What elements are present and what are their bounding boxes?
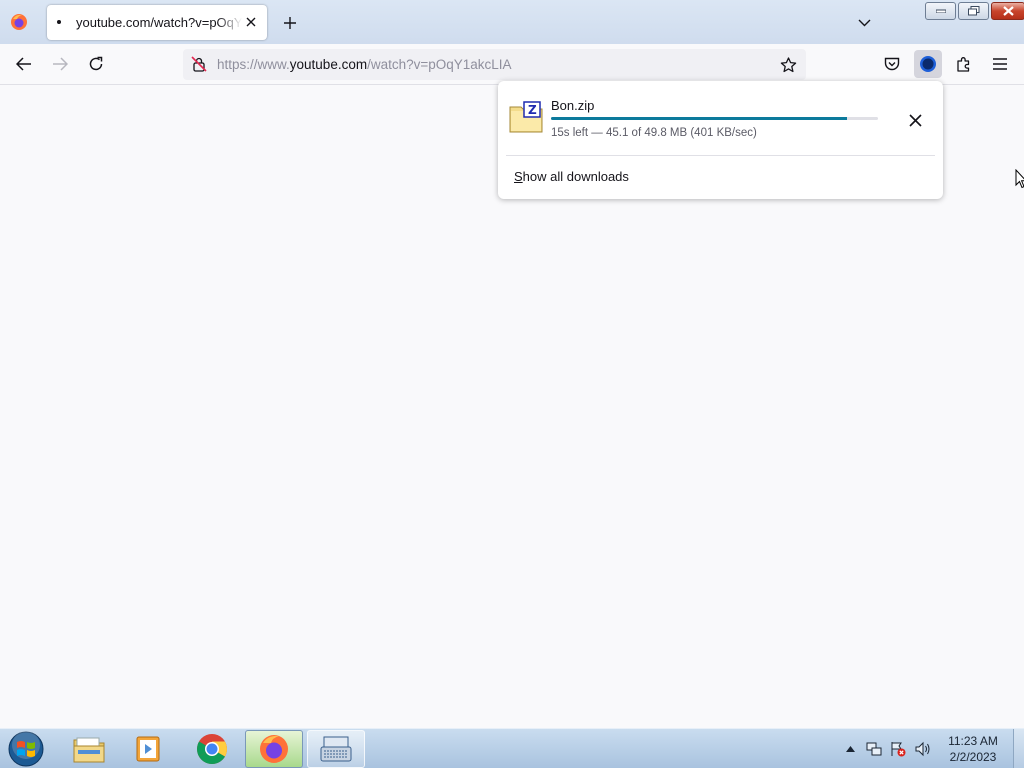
plus-icon xyxy=(284,17,296,29)
taskbar-on-screen-keyboard[interactable] xyxy=(307,730,365,768)
download-progress-icon xyxy=(920,56,936,72)
show-all-downloads-label: how all downloads xyxy=(522,169,629,184)
chrome-icon xyxy=(197,734,227,765)
svg-text:Z: Z xyxy=(528,103,537,117)
app-menu-button[interactable] xyxy=(986,50,1014,78)
taskbar-explorer[interactable] xyxy=(60,730,118,768)
divider xyxy=(506,155,935,156)
hamburger-menu-icon xyxy=(993,58,1007,70)
network-icon xyxy=(866,742,882,756)
list-all-tabs-button[interactable] xyxy=(853,12,875,34)
url-host: youtube.com xyxy=(289,57,368,72)
download-status: 15s left — 45.1 of 49.8 MB (401 KB/sec) xyxy=(551,127,757,139)
pocket-button[interactable] xyxy=(878,50,906,78)
insecure-lock-icon[interactable] xyxy=(191,56,207,72)
taskbar: 11:23 AM 2/2/2023 xyxy=(0,728,1024,768)
reload-button[interactable] xyxy=(82,50,110,78)
tray-volume[interactable] xyxy=(912,729,934,768)
zip-file-icon: Z xyxy=(509,101,543,133)
taskbar-firefox[interactable] xyxy=(245,730,303,768)
close-icon xyxy=(1002,6,1014,16)
forward-button[interactable] xyxy=(46,50,74,78)
pocket-icon xyxy=(884,57,900,71)
firefox-icon[interactable] xyxy=(10,13,28,31)
close-window-button[interactable] xyxy=(991,2,1024,20)
chevron-up-icon xyxy=(845,746,855,752)
puzzle-icon xyxy=(957,57,970,72)
firefox-icon xyxy=(260,735,288,763)
reload-icon xyxy=(89,56,103,71)
taskbar-chrome[interactable] xyxy=(183,730,241,768)
downloads-button[interactable] xyxy=(914,50,942,78)
clock-time: 11:23 AM xyxy=(948,734,998,748)
restore-icon xyxy=(967,6,979,16)
speaker-icon xyxy=(915,741,930,757)
loading-dot-icon xyxy=(57,20,61,24)
show-desktop-button[interactable] xyxy=(1013,729,1024,768)
close-icon xyxy=(246,17,256,27)
taskbar-clock[interactable]: 11:23 AM 2/2/2023 xyxy=(940,733,1006,765)
tab-strip: youtube.com/watch?v=pOqY1akcLIA xyxy=(0,0,1024,44)
chevron-down-icon xyxy=(858,19,870,27)
back-button[interactable] xyxy=(10,50,38,78)
download-file-name: Bon.zip xyxy=(551,98,595,113)
minimize-button[interactable] xyxy=(925,2,956,20)
close-icon xyxy=(908,113,922,127)
restore-button[interactable] xyxy=(958,2,989,20)
on-screen-keyboard-icon xyxy=(320,736,352,762)
tab-active[interactable]: youtube.com/watch?v=pOqY1akcLIA xyxy=(47,5,267,40)
extensions-button[interactable] xyxy=(950,50,978,78)
arrow-left-icon xyxy=(16,57,31,71)
mouse-cursor-icon xyxy=(1015,169,1024,189)
url-scheme: https://www. xyxy=(217,57,290,72)
download-progress-bar xyxy=(551,117,878,120)
close-tab-button[interactable] xyxy=(241,12,261,32)
flag-error-icon xyxy=(891,742,906,757)
clock-date: 2/2/2023 xyxy=(949,750,997,764)
url-path: /watch?v=pOqY1akcLIA xyxy=(367,57,512,72)
window-controls xyxy=(925,2,1024,20)
navigation-toolbar: https://www.youtube.com/watch?v=pOqY1akc… xyxy=(0,44,1024,85)
access-key: S xyxy=(514,169,523,184)
url-text[interactable]: https://www.youtube.com/watch?v=pOqY1akc… xyxy=(217,57,512,72)
arrow-right-icon xyxy=(53,57,68,71)
folder-icon xyxy=(73,737,105,763)
downloads-panel: Z Bon.zip 15s left — 45.1 of 49.8 MB (40… xyxy=(498,81,943,199)
minimize-icon xyxy=(935,9,946,13)
tray-action-center[interactable] xyxy=(888,729,908,768)
bookmark-star-button[interactable] xyxy=(776,53,800,77)
windows-logo-icon xyxy=(8,731,44,767)
download-progress-fill xyxy=(551,117,848,120)
show-hidden-icons-button[interactable] xyxy=(843,729,857,768)
start-button[interactable] xyxy=(6,730,46,768)
cancel-download-button[interactable] xyxy=(902,107,928,133)
new-tab-button[interactable] xyxy=(279,12,301,34)
taskbar-media-player[interactable] xyxy=(120,730,178,768)
star-icon xyxy=(780,57,796,73)
show-all-downloads-button[interactable]: Show all downloads xyxy=(514,169,629,184)
url-bar[interactable]: https://www.youtube.com/watch?v=pOqY1akc… xyxy=(183,49,806,80)
media-player-icon xyxy=(136,736,160,762)
tray-network[interactable] xyxy=(864,729,884,768)
tab-title: youtube.com/watch?v=pOqY1akcLIA xyxy=(76,15,242,30)
